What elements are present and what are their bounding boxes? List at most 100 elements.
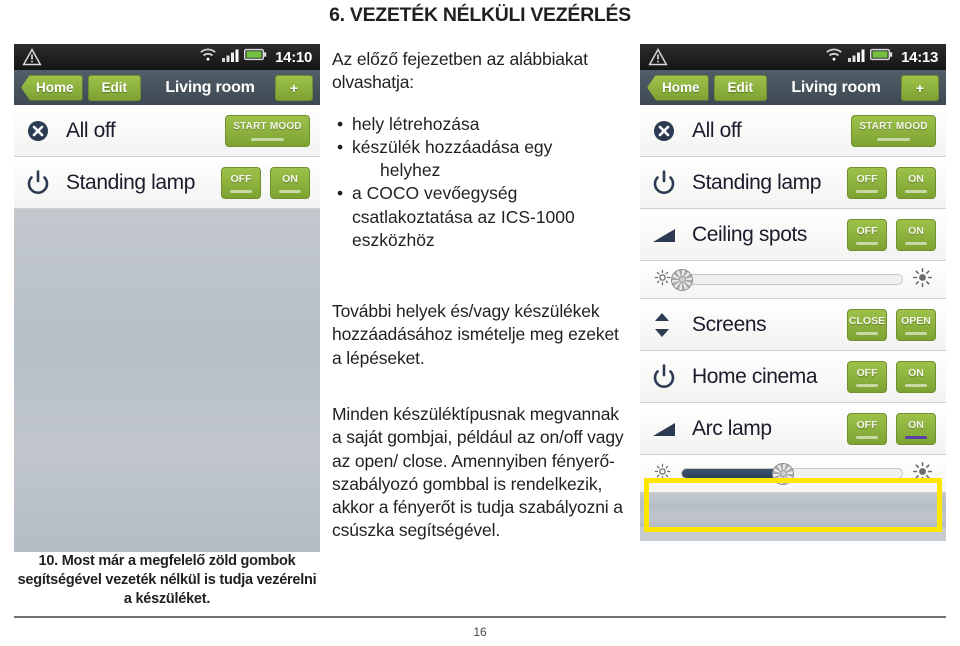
- dimmer-icon: [652, 420, 686, 438]
- app-navbar-left: Home Edit Living room +: [14, 70, 320, 105]
- battery-icon: [244, 48, 267, 66]
- device-list-left: All off START MOOD Standing lamp OFF ON: [14, 105, 320, 552]
- add-device-button[interactable]: +: [901, 74, 939, 101]
- paragraph-repeat-steps: További helyek és/vagy készülékek hozzáa…: [332, 301, 619, 368]
- list-item-line2: helyhez: [380, 160, 441, 181]
- row-actions: OFF ON: [847, 166, 936, 199]
- status-icons-left: 14:10: [199, 47, 312, 67]
- start-mood-button[interactable]: START MOOD: [851, 114, 936, 147]
- close-circle-icon: [26, 119, 60, 143]
- row-actions: CLOSE OPEN: [847, 308, 936, 341]
- row-actions: OFF ON: [847, 218, 936, 251]
- empty-list-area: [640, 493, 946, 527]
- device-name: All off: [692, 118, 742, 142]
- home-button[interactable]: Home: [21, 74, 83, 101]
- status-bar-left: 14:10: [14, 44, 320, 70]
- device-name: Screens: [692, 312, 767, 336]
- brightness-high-icon: [912, 461, 933, 486]
- list-item: a COCO vevőegység csatlakoztatása az ICS…: [337, 182, 632, 252]
- brightness-slider-thumb[interactable]: [671, 268, 693, 291]
- off-button[interactable]: OFF: [847, 218, 887, 251]
- brightness-low-icon: [654, 463, 671, 485]
- open-button[interactable]: OPEN: [896, 308, 936, 341]
- brightness-high-icon: [912, 267, 933, 292]
- on-button[interactable]: ON: [896, 360, 936, 393]
- status-icons-right: 14:13: [825, 47, 938, 67]
- figure-caption: 10. Most már a megfelelő zöld gombok seg…: [17, 553, 317, 607]
- row-actions: OFF ON: [847, 412, 936, 445]
- page-number: 16: [473, 625, 487, 639]
- phone-screenshot-right: 14:13 Home Edit Living room + All off ST…: [640, 44, 946, 541]
- device-name: Standing lamp: [692, 170, 822, 194]
- row-actions: START MOOD: [851, 114, 936, 147]
- table-row[interactable]: Home cinema OFF ON: [640, 351, 946, 403]
- on-button[interactable]: ON: [896, 166, 936, 199]
- device-name: Arc lamp: [692, 416, 772, 440]
- edit-button[interactable]: Edit: [713, 74, 768, 101]
- off-button[interactable]: OFF: [847, 412, 887, 445]
- on-button[interactable]: ON: [896, 412, 936, 445]
- start-mood-button[interactable]: START MOOD: [225, 114, 310, 147]
- device-name: Home cinema: [692, 364, 818, 388]
- device-name: Ceiling spots: [692, 222, 808, 246]
- off-button[interactable]: OFF: [847, 360, 887, 393]
- center-text-column: Az előző fejezetben az alábbiakat olvash…: [332, 48, 632, 252]
- brightness-slider-fill: [682, 469, 784, 478]
- brightness-slider-track[interactable]: [681, 462, 903, 485]
- table-row[interactable]: Screens CLOSE OPEN: [640, 299, 946, 351]
- app-navbar-right: Home Edit Living room +: [640, 70, 946, 105]
- battery-icon: [870, 48, 893, 66]
- device-name: Standing lamp: [66, 170, 196, 194]
- brightness-slider-row-ceiling-spots[interactable]: [640, 261, 946, 299]
- status-bar-right: 14:13: [640, 44, 946, 70]
- close-button[interactable]: CLOSE: [847, 308, 887, 341]
- on-button[interactable]: ON: [270, 166, 310, 199]
- brightness-slider-thumb[interactable]: [772, 462, 795, 485]
- table-row[interactable]: All off START MOOD: [640, 105, 946, 157]
- table-row[interactable]: Standing lamp OFF ON: [640, 157, 946, 209]
- paragraph-device-buttons: Minden készüléktípusnak megvannak a sajá…: [332, 404, 624, 541]
- power-icon: [652, 169, 686, 196]
- warning-triangle-icon: [22, 47, 42, 67]
- row-actions: START MOOD: [225, 114, 310, 147]
- brightness-low-icon: [654, 269, 671, 291]
- off-button[interactable]: OFF: [221, 166, 261, 199]
- room-title: Living room: [165, 78, 255, 96]
- page-title: 6. VEZETÉK NÉLKÜLI VEZÉRLÉS: [329, 4, 631, 26]
- list-item-line1: készülék hozzáadása egy: [352, 136, 553, 157]
- warning-triangle-icon: [648, 47, 668, 67]
- status-bar-clock: 14:13: [901, 48, 938, 66]
- table-row[interactable]: All off START MOOD: [14, 105, 320, 157]
- signal-bars-icon: [222, 48, 239, 67]
- bullet-list: hely létrehozása készülék hozzáadása egy…: [332, 113, 632, 253]
- updown-arrows-icon: [652, 312, 686, 338]
- empty-list-area: [14, 209, 320, 552]
- intro-paragraph: Az előző fejezetben az alábbiakat olvash…: [332, 49, 588, 93]
- table-row[interactable]: Standing lamp OFF ON: [14, 157, 320, 209]
- wifi-icon: [199, 47, 217, 67]
- close-circle-icon: [652, 119, 686, 143]
- power-icon: [26, 169, 60, 196]
- dimmer-icon: [652, 226, 686, 244]
- list-item: hely létrehozása: [337, 113, 632, 137]
- wifi-icon: [825, 47, 843, 67]
- off-button[interactable]: OFF: [847, 166, 887, 199]
- device-list-right: All off START MOOD Standing lamp OFF ON: [640, 105, 946, 527]
- row-actions: OFF ON: [221, 166, 310, 199]
- list-item: készülék hozzáadása egy helyhez: [337, 136, 632, 183]
- home-button[interactable]: Home: [647, 74, 709, 101]
- brightness-slider-track[interactable]: [671, 268, 903, 291]
- table-row[interactable]: Ceiling spots OFF ON: [640, 209, 946, 261]
- edit-button[interactable]: Edit: [87, 74, 142, 101]
- on-button[interactable]: ON: [896, 218, 936, 251]
- device-name: All off: [66, 118, 116, 142]
- signal-bars-icon: [848, 48, 865, 67]
- footer-divider: [14, 616, 946, 618]
- add-device-button[interactable]: +: [275, 74, 313, 101]
- phone-screenshot-left: 14:10 Home Edit Living room + All off ST…: [14, 44, 320, 552]
- table-row[interactable]: Arc lamp OFF ON: [640, 403, 946, 455]
- brightness-slider-row-arc-lamp[interactable]: [640, 455, 946, 493]
- row-actions: OFF ON: [847, 360, 936, 393]
- status-bar-clock: 14:10: [275, 48, 312, 66]
- room-title: Living room: [791, 78, 881, 96]
